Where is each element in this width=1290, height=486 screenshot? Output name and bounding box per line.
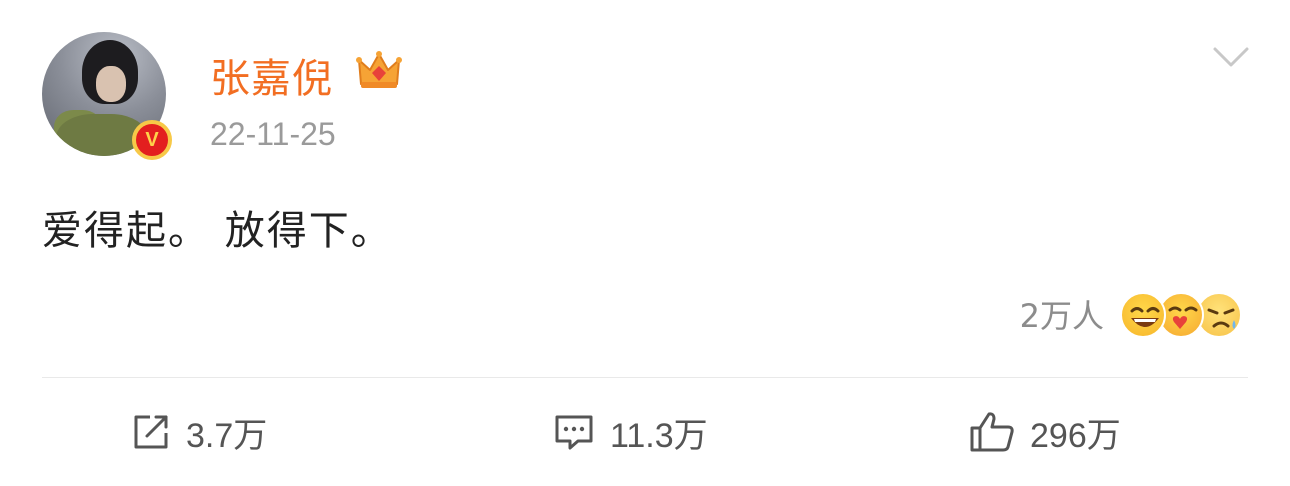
laugh-emoji-icon [1120,292,1166,338]
weibo-post-card: V 张嘉倪 22-11-25 爱得起。 放得下。 2万人 3.7万 11.3万 … [0,0,1290,486]
post-date: 22-11-25 [210,116,336,152]
reaction-emoji-stack [1120,290,1244,338]
avatar[interactable]: V [42,30,172,160]
chevron-down-icon[interactable] [1212,44,1250,70]
like-button[interactable]: 296万 [968,402,1121,462]
username[interactable]: 张嘉倪 [210,46,333,104]
repost-count: 3.7万 [186,416,268,455]
thumbs-up-icon [970,412,1014,452]
like-count: 296万 [1030,416,1121,455]
verified-badge-icon: V [132,120,172,160]
comment-button[interactable]: 11.3万 [552,402,708,462]
post-text: 爱得起。 放得下。 [42,208,393,254]
comment-icon [555,415,593,450]
reaction-count: 2万人 [1019,297,1104,335]
reaction-summary[interactable]: 2万人 [1020,290,1244,338]
repost-icon [134,415,168,449]
divider [42,377,1248,378]
crown-icon[interactable] [356,48,402,92]
comment-count: 11.3万 [610,416,708,455]
repost-button[interactable]: 3.7万 [130,402,267,462]
